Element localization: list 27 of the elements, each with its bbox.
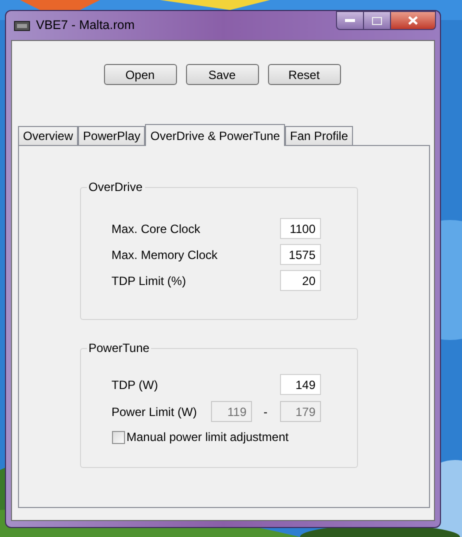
checkbox[interactable] bbox=[112, 430, 124, 444]
tab[interactable]: PowerPlay bbox=[78, 126, 146, 145]
field-label: TDP (W) bbox=[112, 376, 158, 394]
minimize-icon bbox=[345, 19, 355, 22]
checkbox-label: Manual power limit adjustment bbox=[126, 429, 289, 446]
maximize-button[interactable] bbox=[364, 11, 390, 30]
close-button[interactable] bbox=[390, 11, 436, 30]
toolbar-button[interactable]: Save bbox=[186, 64, 258, 85]
field-label: Max. Memory Clock bbox=[112, 246, 218, 264]
field-label: TDP Limit (%) bbox=[112, 272, 186, 290]
field-label: Power Limit (W) bbox=[112, 404, 197, 420]
toolbar-button[interactable]: Reset bbox=[268, 64, 340, 85]
range-separator: - bbox=[264, 404, 268, 420]
close-icon bbox=[408, 16, 418, 25]
window-title: VBE7 - Malta.rom bbox=[36, 17, 135, 34]
field-label: Max. Core Clock bbox=[112, 220, 200, 238]
number-field[interactable]: 1575 bbox=[280, 244, 320, 265]
window-icon bbox=[14, 20, 30, 30]
toolbar-button[interactable]: Open bbox=[104, 64, 176, 85]
tab[interactable]: Fan Profile bbox=[284, 126, 354, 145]
number-field[interactable]: 1100 bbox=[280, 218, 320, 239]
minimize-button[interactable] bbox=[336, 11, 364, 30]
number-field[interactable]: 149 bbox=[280, 374, 320, 395]
maximize-icon bbox=[372, 16, 382, 24]
tab[interactable]: OverDrive & PowerTune bbox=[145, 124, 285, 146]
number-field[interactable]: 20 bbox=[280, 270, 320, 291]
tab[interactable]: Overview bbox=[18, 126, 78, 145]
